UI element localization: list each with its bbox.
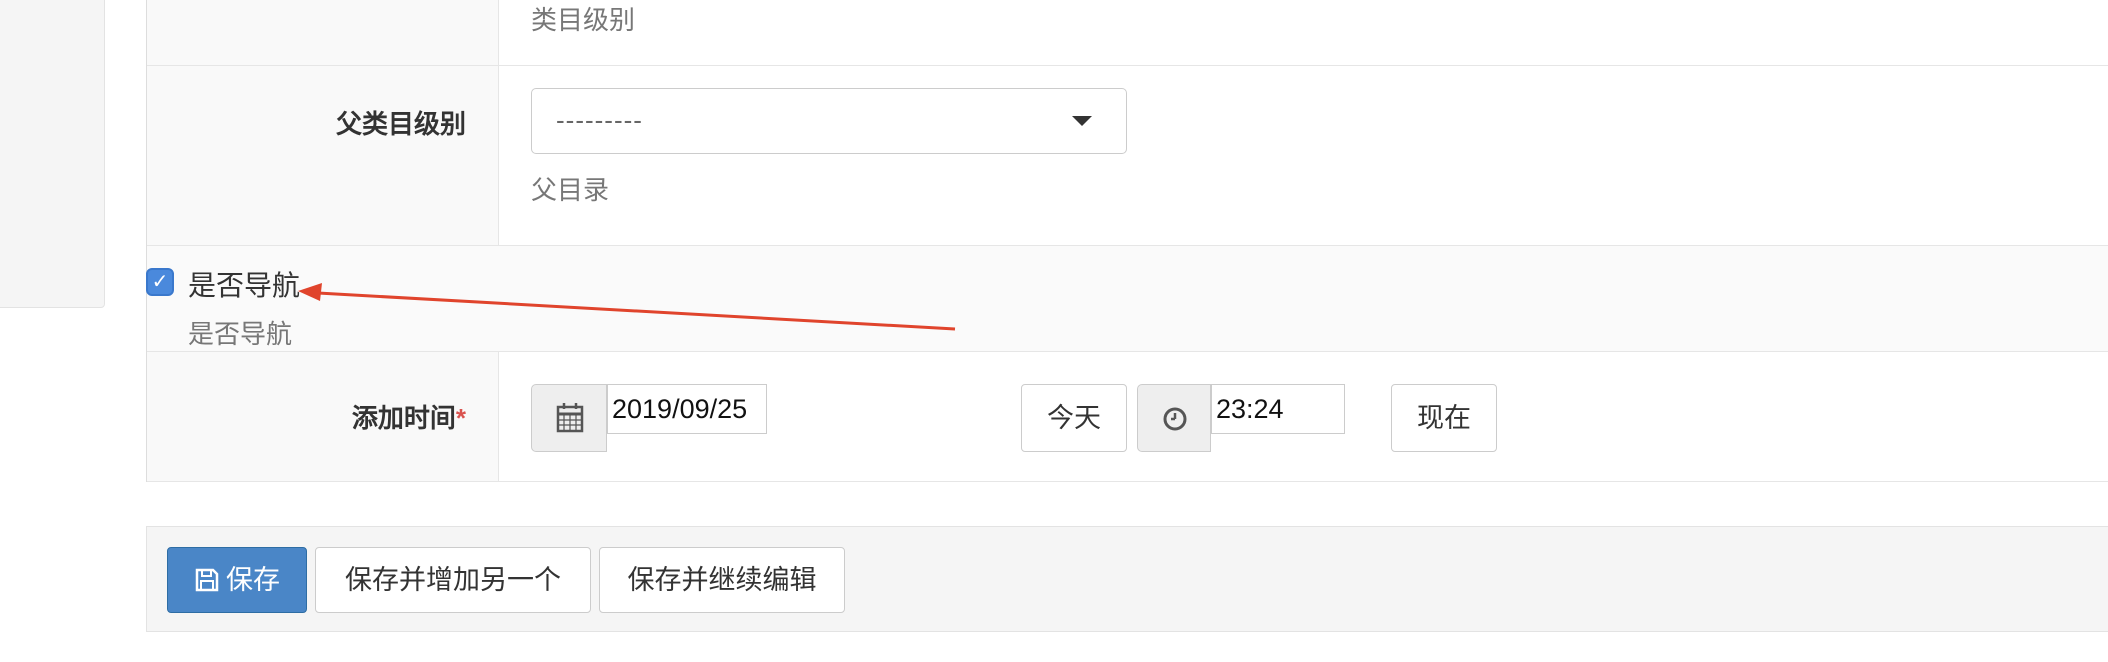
floppy-icon bbox=[195, 568, 219, 592]
save-button-label: 保存 bbox=[226, 565, 280, 595]
save-and-add-another-button[interactable]: 保存并增加另一个 bbox=[315, 547, 591, 613]
save-button[interactable]: 保存 bbox=[167, 547, 307, 613]
submit-row: 保存 保存并增加另一个 保存并继续编辑 bbox=[146, 526, 2108, 632]
save-and-continue-button[interactable]: 保存并继续编辑 bbox=[599, 547, 845, 613]
